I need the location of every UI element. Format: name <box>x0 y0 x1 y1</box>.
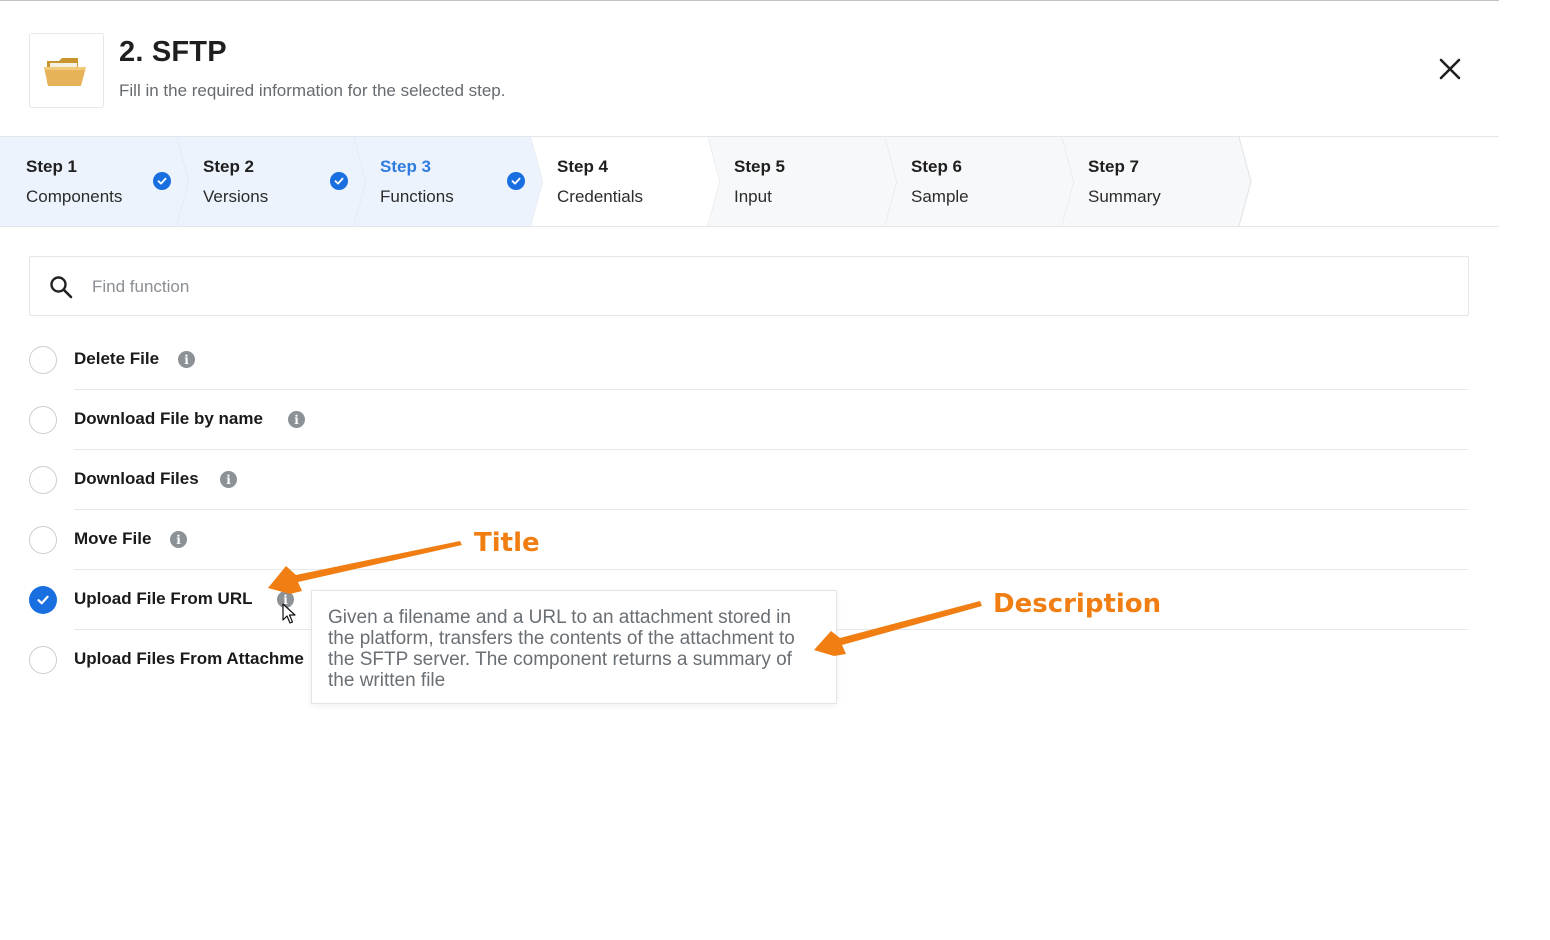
description-arrow <box>814 601 982 656</box>
annotation-arrows <box>268 541 982 656</box>
description-annotation: Description <box>993 589 1162 619</box>
title-annotation: Title <box>474 528 540 558</box>
title-arrow <box>268 541 462 594</box>
